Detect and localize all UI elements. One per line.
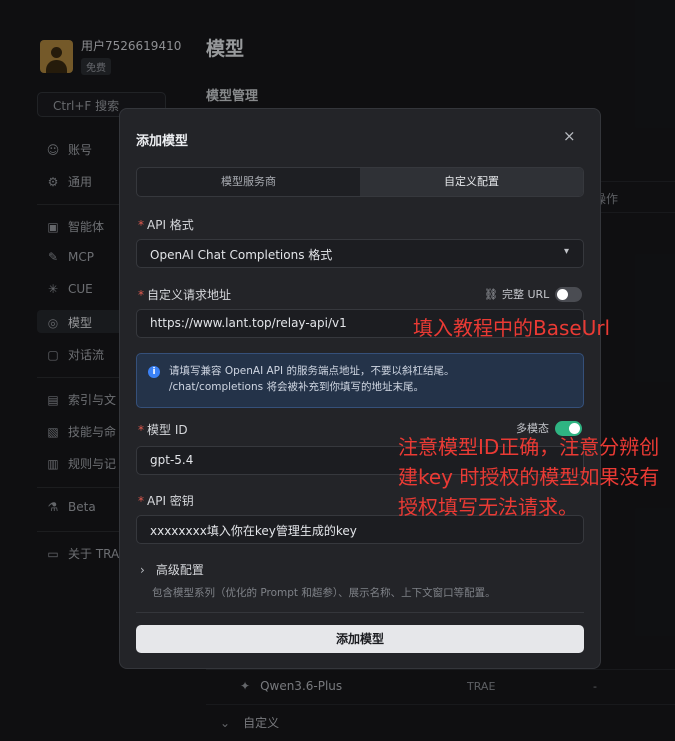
- info-banner: i 请填写兼容 OpenAI API 的服务端点地址，不要以斜杠结尾。 /cha…: [136, 353, 584, 408]
- model-id-annotation: 注意模型ID正确，注意分辨创建key 时授权的模型如果没有授权填写无法请求。: [398, 435, 660, 519]
- add-model-button[interactable]: 添加模型: [136, 625, 584, 653]
- api-format-label: * API 格式: [138, 218, 194, 232]
- dialog-divider: [136, 612, 584, 613]
- request-url-label: * 自定义请求地址: [138, 288, 232, 302]
- full-url-toggle-group: ⛓ 完整 URL: [484, 286, 583, 302]
- model-id-label: * 模型 ID: [138, 423, 188, 437]
- baseurl-annotation: 填入教程中的BaseUrl: [413, 316, 611, 340]
- dialog-title: 添加模型: [136, 134, 189, 149]
- add-model-dialog: 添加模型 × 模型服务商 自定义配置 * API 格式 OpenAI Chat C…: [119, 108, 601, 669]
- info-icon: i: [148, 366, 160, 378]
- advanced-config-toggle[interactable]: › 高级配置: [140, 561, 204, 578]
- link-icon: ⛓: [484, 287, 498, 301]
- close-icon[interactable]: ×: [563, 127, 576, 145]
- full-url-toggle[interactable]: [555, 286, 583, 302]
- advanced-config-description: 包含模型系列（优化的 Prompt 和超参）、展示名称、上下文窗口等配置。: [152, 587, 496, 599]
- tab-bar: 模型服务商 自定义配置: [136, 167, 584, 197]
- api-format-select[interactable]: OpenAI Chat Completions 格式 ▾: [136, 239, 584, 268]
- chevron-down-icon: ▾: [563, 246, 569, 257]
- chevron-right-icon: ›: [140, 562, 145, 577]
- tab-provider[interactable]: 模型服务商: [137, 168, 360, 196]
- api-key-label: * API 密钥: [138, 494, 194, 508]
- tab-custom-config[interactable]: 自定义配置: [360, 168, 583, 196]
